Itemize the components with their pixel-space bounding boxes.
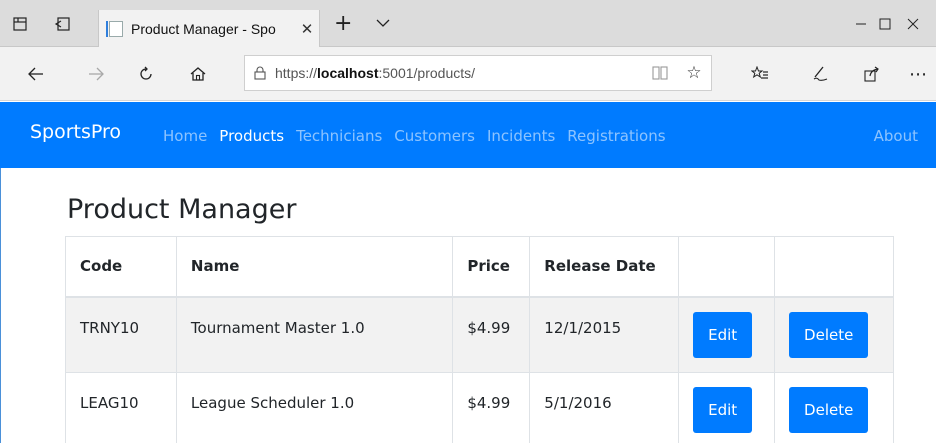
browser-toolbar: https://localhost:5001/products/ ☆ ⋯ xyxy=(0,47,936,101)
set-tabs-aside-icon[interactable] xyxy=(46,0,78,47)
column-header-code: Code xyxy=(65,236,177,298)
tab-actions-icon[interactable] xyxy=(4,0,36,47)
refresh-icon[interactable] xyxy=(128,47,164,101)
cell-name: League Scheduler 1.0 xyxy=(175,372,454,443)
nav-links: Home Products Technicians Customers Inci… xyxy=(163,127,678,145)
table-header-row: Code Name Price Release Date xyxy=(65,236,894,298)
share-icon[interactable] xyxy=(854,47,890,101)
nav-home[interactable]: Home xyxy=(163,127,207,145)
nav-customers[interactable]: Customers xyxy=(394,127,475,145)
close-window-icon[interactable] xyxy=(890,0,936,47)
cell-edit: Edit xyxy=(678,372,776,443)
url-host: localhost xyxy=(317,65,379,81)
cell-code: TRNY10 xyxy=(65,296,177,373)
delete-button[interactable]: Delete xyxy=(789,387,869,433)
edit-button[interactable]: Edit xyxy=(693,387,753,433)
column-header-name: Name xyxy=(175,236,454,298)
new-tab-icon[interactable]: + xyxy=(334,12,352,36)
table-row: TRNY10 Tournament Master 1.0 $4.99 12/1/… xyxy=(65,296,894,373)
table-row: LEAG10 League Scheduler 1.0 $4.99 5/1/20… xyxy=(65,372,894,443)
cell-release-date: 12/1/2015 xyxy=(529,296,680,373)
edit-button[interactable]: Edit xyxy=(693,311,753,358)
cell-code: LEAG10 xyxy=(65,372,177,443)
pen-icon[interactable] xyxy=(802,47,838,101)
url-scheme: https:// xyxy=(275,65,318,81)
nav-technicians[interactable]: Technicians xyxy=(296,127,382,145)
site-navbar: SportsPro Home Products Technicians Cust… xyxy=(0,102,936,168)
chevron-down-icon[interactable] xyxy=(374,14,394,34)
products-table: Code Name Price Release Date TRNY10 Tour… xyxy=(65,236,894,443)
close-tab-icon[interactable]: ✕ xyxy=(295,20,319,38)
cell-name: Tournament Master 1.0 xyxy=(175,296,454,373)
page-title: Product Manager xyxy=(67,194,297,225)
cell-edit: Edit xyxy=(678,296,776,373)
cell-price: $4.99 xyxy=(452,296,531,373)
nav-products[interactable]: Products xyxy=(219,127,284,145)
lock-icon[interactable] xyxy=(245,66,275,80)
browser-tab[interactable]: Product Manager - Spo ✕ xyxy=(98,10,320,47)
favorite-star-icon[interactable]: ☆ xyxy=(677,63,711,83)
nav-incidents[interactable]: Incidents xyxy=(487,127,555,145)
url-path: :5001/products/ xyxy=(378,65,476,81)
page-favicon-icon xyxy=(106,20,123,37)
column-header-edit xyxy=(678,236,776,298)
reading-view-icon[interactable] xyxy=(643,66,677,80)
nav-registrations[interactable]: Registrations xyxy=(567,127,665,145)
column-header-release-date: Release Date xyxy=(529,236,680,298)
cell-price: $4.99 xyxy=(452,372,531,443)
browser-titlebar: Product Manager - Spo ✕ + xyxy=(0,0,936,47)
delete-button[interactable]: Delete xyxy=(789,311,869,358)
forward-arrow-icon[interactable] xyxy=(78,47,114,101)
column-header-delete xyxy=(774,236,894,298)
column-header-price: Price xyxy=(452,236,531,298)
main-content: Product Manager Code Name Price Release … xyxy=(0,168,936,443)
back-arrow-icon[interactable] xyxy=(18,47,54,101)
cell-release-date: 5/1/2016 xyxy=(529,372,680,443)
cell-delete: Delete xyxy=(774,372,894,443)
url-text: https://localhost:5001/products/ xyxy=(275,65,475,81)
cell-delete: Delete xyxy=(774,296,894,373)
address-bar[interactable]: https://localhost:5001/products/ ☆ xyxy=(244,55,712,91)
nav-about[interactable]: About xyxy=(874,127,918,145)
home-icon[interactable] xyxy=(180,47,216,101)
brand-link[interactable]: SportsPro xyxy=(30,121,121,143)
favorites-icon[interactable] xyxy=(742,47,778,101)
tab-title: Product Manager - Spo xyxy=(131,20,276,37)
more-options-icon[interactable]: ⋯ xyxy=(900,47,936,101)
